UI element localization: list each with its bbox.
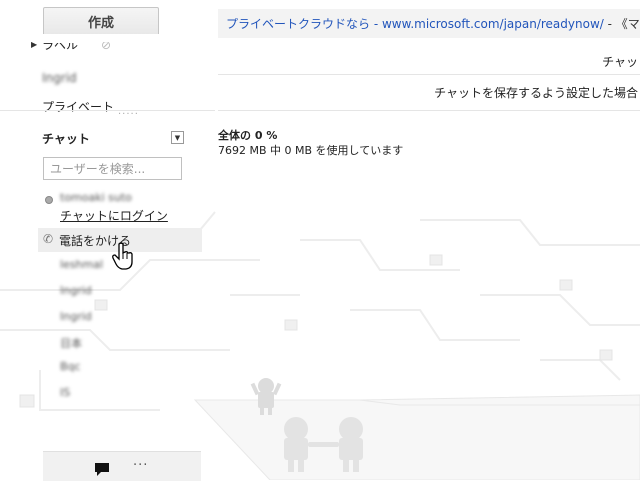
user-search-input[interactable] bbox=[43, 157, 182, 180]
chat-login-link[interactable]: チャットにログイン bbox=[60, 207, 168, 224]
main-toolbar-row: チャッ bbox=[218, 48, 640, 75]
compose-button[interactable]: 作成 bbox=[43, 7, 159, 36]
ad-url-link[interactable]: www.microsoft.com/japan/readynow/ bbox=[382, 17, 604, 31]
left-panel: 作成 ▶ ラベル ⊘ Ingrid プライベート ····· チャット ▼ to… bbox=[0, 0, 215, 480]
chat-truncated-text: チャッ bbox=[602, 55, 638, 69]
contact-item[interactable]: Ingrid bbox=[60, 284, 92, 297]
storage-usage-detail: 7692 MB 中 0 MB を使用しています bbox=[218, 144, 404, 157]
divider bbox=[0, 110, 215, 111]
chat-bottom-bar: ··· bbox=[43, 451, 201, 481]
chat-heading: チャット bbox=[42, 132, 90, 146]
status-indicator-icon bbox=[45, 196, 53, 204]
ad-title-link[interactable]: プライベートクラウドなら bbox=[226, 17, 370, 31]
self-user-name: tomoaki suto bbox=[60, 191, 132, 204]
contact-item[interactable]: IS bbox=[60, 386, 70, 399]
chat-save-notice: チャットを保存するよう設定した場合 bbox=[218, 74, 640, 111]
ad-trailing-text: - 《マ bbox=[603, 17, 640, 31]
contact-item[interactable]: Ingrid bbox=[60, 310, 92, 323]
contact-item[interactable]: Bqc bbox=[60, 360, 81, 373]
storage-usage-percent: 全体の 0 % bbox=[218, 129, 278, 142]
ad-bar: プライベートクラウドなら - www.microsoft.com/japan/r… bbox=[218, 9, 640, 38]
scroll-edge bbox=[0, 34, 215, 42]
contact-item[interactable]: leshmal bbox=[60, 258, 103, 271]
ad-line[interactable]: プライベートクラウドなら - www.microsoft.com/japan/r… bbox=[226, 15, 640, 32]
chat-bubble-icon[interactable] bbox=[92, 461, 114, 479]
sidebar-label-3[interactable]: プライベート bbox=[42, 98, 114, 112]
more-options-button[interactable]: ··· bbox=[133, 458, 148, 473]
chat-options-dropdown-icon[interactable]: ▼ bbox=[171, 131, 184, 144]
chat-save-notice-text: チャットを保存するよう設定した場合 bbox=[434, 86, 638, 100]
contact-item[interactable]: 日本 bbox=[60, 335, 82, 351]
ad-separator: - bbox=[370, 17, 382, 31]
phone-icon: ✆ bbox=[43, 232, 54, 246]
sidebar-label-2[interactable]: Ingrid bbox=[42, 71, 77, 85]
hand-pointer-cursor-icon bbox=[112, 242, 133, 270]
